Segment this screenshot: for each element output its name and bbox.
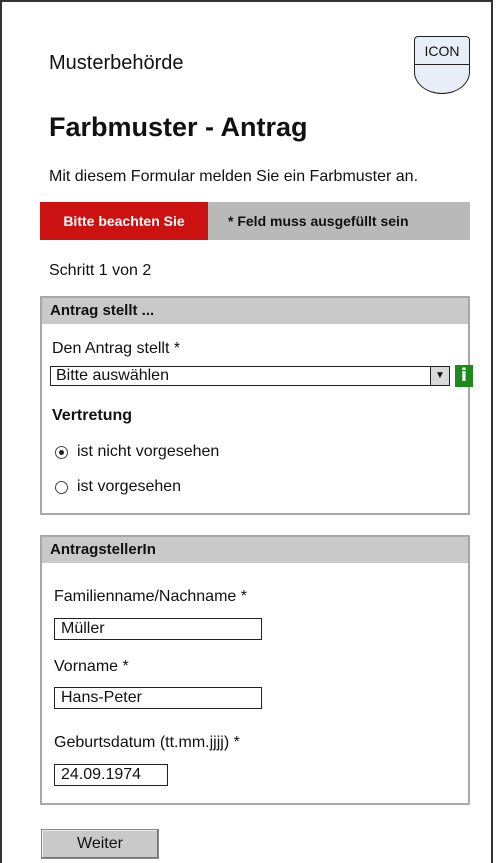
firstname-label: Vorname *: [54, 658, 129, 675]
radio-label: ist vorgesehen: [77, 478, 182, 495]
logo-divider: [415, 64, 469, 65]
step-indicator: Schritt 1 von 2: [49, 262, 152, 279]
notice-label: Bitte beachten Sie: [40, 202, 208, 240]
logo-label: ICON: [424, 43, 460, 59]
applicant-type-label: Den Antrag stellt *: [52, 340, 181, 357]
authority-name: Musterbehörde: [49, 52, 184, 74]
applicant-type-select-value: Bitte auswählen: [56, 367, 169, 384]
birthdate-label: Geburtsdatum (tt.mm.jjjj) *: [54, 734, 240, 751]
representation-title: Vertretung: [52, 407, 133, 424]
applicant-panel-header: Antrag stellt ...: [42, 298, 468, 324]
birthdate-field[interactable]: 24.09.1974: [54, 764, 168, 786]
logo-icon: ICON: [414, 36, 470, 94]
intro-text: Mit diesem Formular melden Sie ein Farbm…: [49, 168, 419, 185]
applicant-type-select[interactable]: Bitte auswählen ▼: [50, 366, 450, 386]
next-button[interactable]: Weiter: [41, 829, 159, 859]
radio-button-unchecked[interactable]: [55, 480, 68, 494]
person-panel: AntragstellerIn Familienname/Nachname * …: [40, 535, 470, 805]
page-title: Farbmuster - Antrag: [49, 112, 308, 142]
info-icon[interactable]: i: [455, 365, 473, 387]
firstname-field[interactable]: Hans-Peter: [54, 687, 262, 709]
chevron-down-icon[interactable]: ▼: [430, 367, 449, 385]
notice-bar: Bitte beachten Sie * Feld muss ausgefüll…: [40, 202, 470, 240]
required-field-notice: * Feld muss ausgefüllt sein: [208, 202, 470, 240]
radio-label: ist nicht vorgesehen: [77, 443, 220, 460]
radio-button-checked[interactable]: [55, 445, 68, 459]
applicant-panel: Antrag stellt ... Den Antrag stellt * Bi…: [40, 296, 473, 515]
radio-option-not-intended[interactable]: ist nicht vorgesehen: [55, 443, 219, 461]
person-panel-header: AntragstellerIn: [42, 537, 468, 563]
radio-option-intended[interactable]: ist vorgesehen: [55, 478, 181, 496]
lastname-field[interactable]: Müller: [54, 618, 262, 640]
lastname-label: Familienname/Nachname *: [54, 588, 247, 605]
